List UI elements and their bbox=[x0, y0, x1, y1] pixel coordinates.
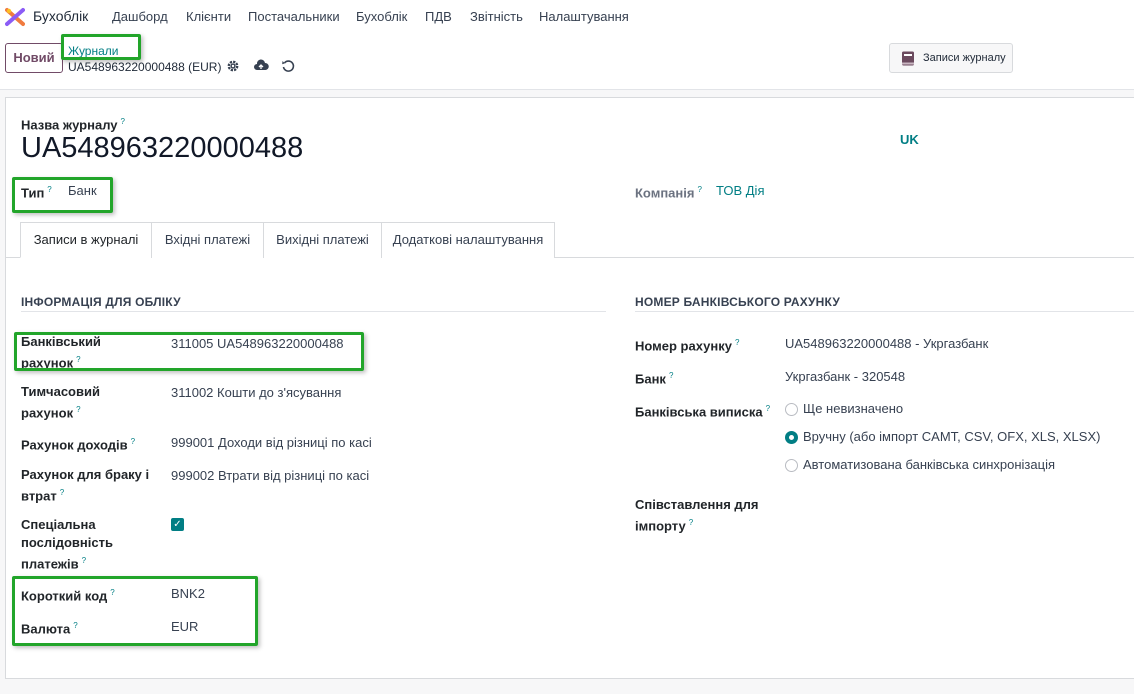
statement-option-manual-radio[interactable] bbox=[785, 431, 798, 444]
help-tooltip-icon[interactable]: ? bbox=[47, 185, 51, 194]
bank-account-value[interactable]: 311005 UA548963220000488 bbox=[171, 335, 344, 353]
currency-value[interactable]: EUR bbox=[171, 618, 198, 636]
profit-account-label: Рахунок доходів? bbox=[21, 437, 136, 453]
tab-advanced-settings[interactable]: Додаткові налаштування bbox=[381, 222, 555, 258]
section-divider bbox=[21, 311, 606, 312]
journal-entries-label: Записи журналу bbox=[923, 52, 1006, 64]
menu-item-dashboard[interactable]: Дашборд bbox=[112, 9, 168, 24]
bank-statement-label: Банківська виписка? bbox=[635, 404, 771, 420]
account-number-label: Номер рахунку? bbox=[635, 338, 740, 354]
menu-item-vat[interactable]: ПДВ bbox=[425, 9, 452, 24]
language-badge[interactable]: UK bbox=[900, 132, 919, 147]
help-tooltip-icon[interactable]: ? bbox=[669, 371, 673, 380]
currency-label: Валюта? bbox=[21, 621, 78, 637]
bank-account-label: Банківський рахунок? bbox=[21, 334, 101, 371]
help-tooltip-icon[interactable]: ? bbox=[121, 117, 125, 126]
help-tooltip-icon[interactable]: ? bbox=[110, 588, 114, 597]
app-logo-icon[interactable] bbox=[5, 7, 25, 27]
book-icon bbox=[902, 51, 914, 66]
loss-account-value[interactable]: 999002 Втрати від різниці по касі bbox=[171, 467, 369, 485]
menu-item-reporting[interactable]: Звітність bbox=[470, 9, 523, 24]
statement-option-undefined-radio[interactable] bbox=[785, 403, 798, 416]
help-tooltip-icon[interactable]: ? bbox=[131, 437, 135, 446]
accounting-info-section-title: ІНФОРМАЦІЯ ДЛЯ ОБЛІКУ bbox=[21, 295, 181, 309]
dedicated-sequence-checkbox[interactable]: ✓ bbox=[171, 518, 184, 531]
cloud-upload-icon[interactable] bbox=[253, 58, 269, 74]
suspense-account-label: Тимчасовий рахунок? bbox=[21, 384, 100, 421]
menu-item-accounting[interactable]: Бухоблік bbox=[356, 9, 407, 24]
breadcrumb-journals-link[interactable]: Журнали bbox=[68, 44, 119, 58]
help-tooltip-icon[interactable]: ? bbox=[73, 621, 77, 630]
help-tooltip-icon[interactable]: ? bbox=[82, 556, 86, 565]
help-tooltip-icon[interactable]: ? bbox=[766, 404, 770, 413]
journal-entries-button[interactable]: Записи журналу bbox=[889, 43, 1013, 73]
new-button[interactable]: Новий bbox=[5, 43, 63, 73]
menu-item-customers[interactable]: Клієнти bbox=[186, 9, 231, 24]
menu-item-configuration[interactable]: Налаштування bbox=[539, 9, 629, 24]
help-tooltip-icon[interactable]: ? bbox=[689, 518, 693, 527]
loss-account-label: Рахунок для браку і втрат? bbox=[21, 467, 150, 504]
help-tooltip-icon[interactable]: ? bbox=[60, 488, 64, 497]
bank-value[interactable]: Укргазбанк - 320548 bbox=[785, 368, 905, 386]
statement-option-manual-label[interactable]: Вручну (або імпорт CAMT, CSV, OFX, XLS, … bbox=[803, 428, 1100, 446]
company-label: Компанія? bbox=[635, 185, 702, 201]
top-navbar: Бухоблік Дашборд Клієнти Постачальники Б… bbox=[0, 0, 1134, 34]
statement-option-undefined-label[interactable]: Ще невизначено bbox=[803, 400, 903, 418]
app-title[interactable]: Бухоблік bbox=[33, 8, 88, 24]
type-value[interactable]: Банк bbox=[68, 182, 97, 200]
account-number-value[interactable]: UA548963220000488 - Укргазбанк bbox=[785, 335, 988, 353]
help-tooltip-icon[interactable]: ? bbox=[735, 338, 739, 347]
discard-undo-icon[interactable] bbox=[280, 58, 296, 74]
control-panel: Новий Журнали UA548963220000488 (EUR) За… bbox=[0, 34, 1134, 90]
import-mapping-label: Співставлення для імпорту? bbox=[635, 497, 759, 534]
help-tooltip-icon[interactable]: ? bbox=[697, 185, 701, 194]
profit-account-value[interactable]: 999001 Доходи від різниці по касі bbox=[171, 434, 372, 452]
help-tooltip-icon[interactable]: ? bbox=[76, 355, 80, 364]
suspense-account-value[interactable]: 311002 Кошти до з'ясування bbox=[171, 384, 341, 402]
statement-option-sync-radio[interactable] bbox=[785, 459, 798, 472]
journal-name-input[interactable]: UA548963220000488 bbox=[21, 132, 303, 165]
short-code-label: Короткий код? bbox=[21, 588, 115, 604]
tab-incoming-payments[interactable]: Вхідні платежі bbox=[151, 222, 264, 258]
type-label: Тип? bbox=[21, 185, 52, 201]
gear-icon[interactable] bbox=[225, 58, 241, 74]
statement-option-sync-label[interactable]: Автоматизована банківська синхронізація bbox=[803, 456, 1055, 474]
help-tooltip-icon[interactable]: ? bbox=[76, 405, 80, 414]
bank-account-number-section-title: НОМЕР БАНКІВСЬКОГО РАХУНКУ bbox=[635, 295, 841, 309]
menu-item-vendors[interactable]: Постачальники bbox=[248, 9, 340, 24]
short-code-value[interactable]: BNK2 bbox=[171, 585, 205, 603]
bank-label: Банк? bbox=[635, 371, 674, 387]
tab-journal-entries[interactable]: Записи в журналі bbox=[20, 222, 152, 258]
section-divider bbox=[635, 311, 1134, 312]
company-link[interactable]: ТОВ Дія bbox=[716, 182, 764, 200]
dedicated-sequence-label: Спеціальна послідовність платежів? bbox=[21, 517, 113, 572]
breadcrumb-current-record: UA548963220000488 (EUR) bbox=[68, 60, 222, 74]
tab-outgoing-payments[interactable]: Вихідні платежі bbox=[263, 222, 382, 258]
